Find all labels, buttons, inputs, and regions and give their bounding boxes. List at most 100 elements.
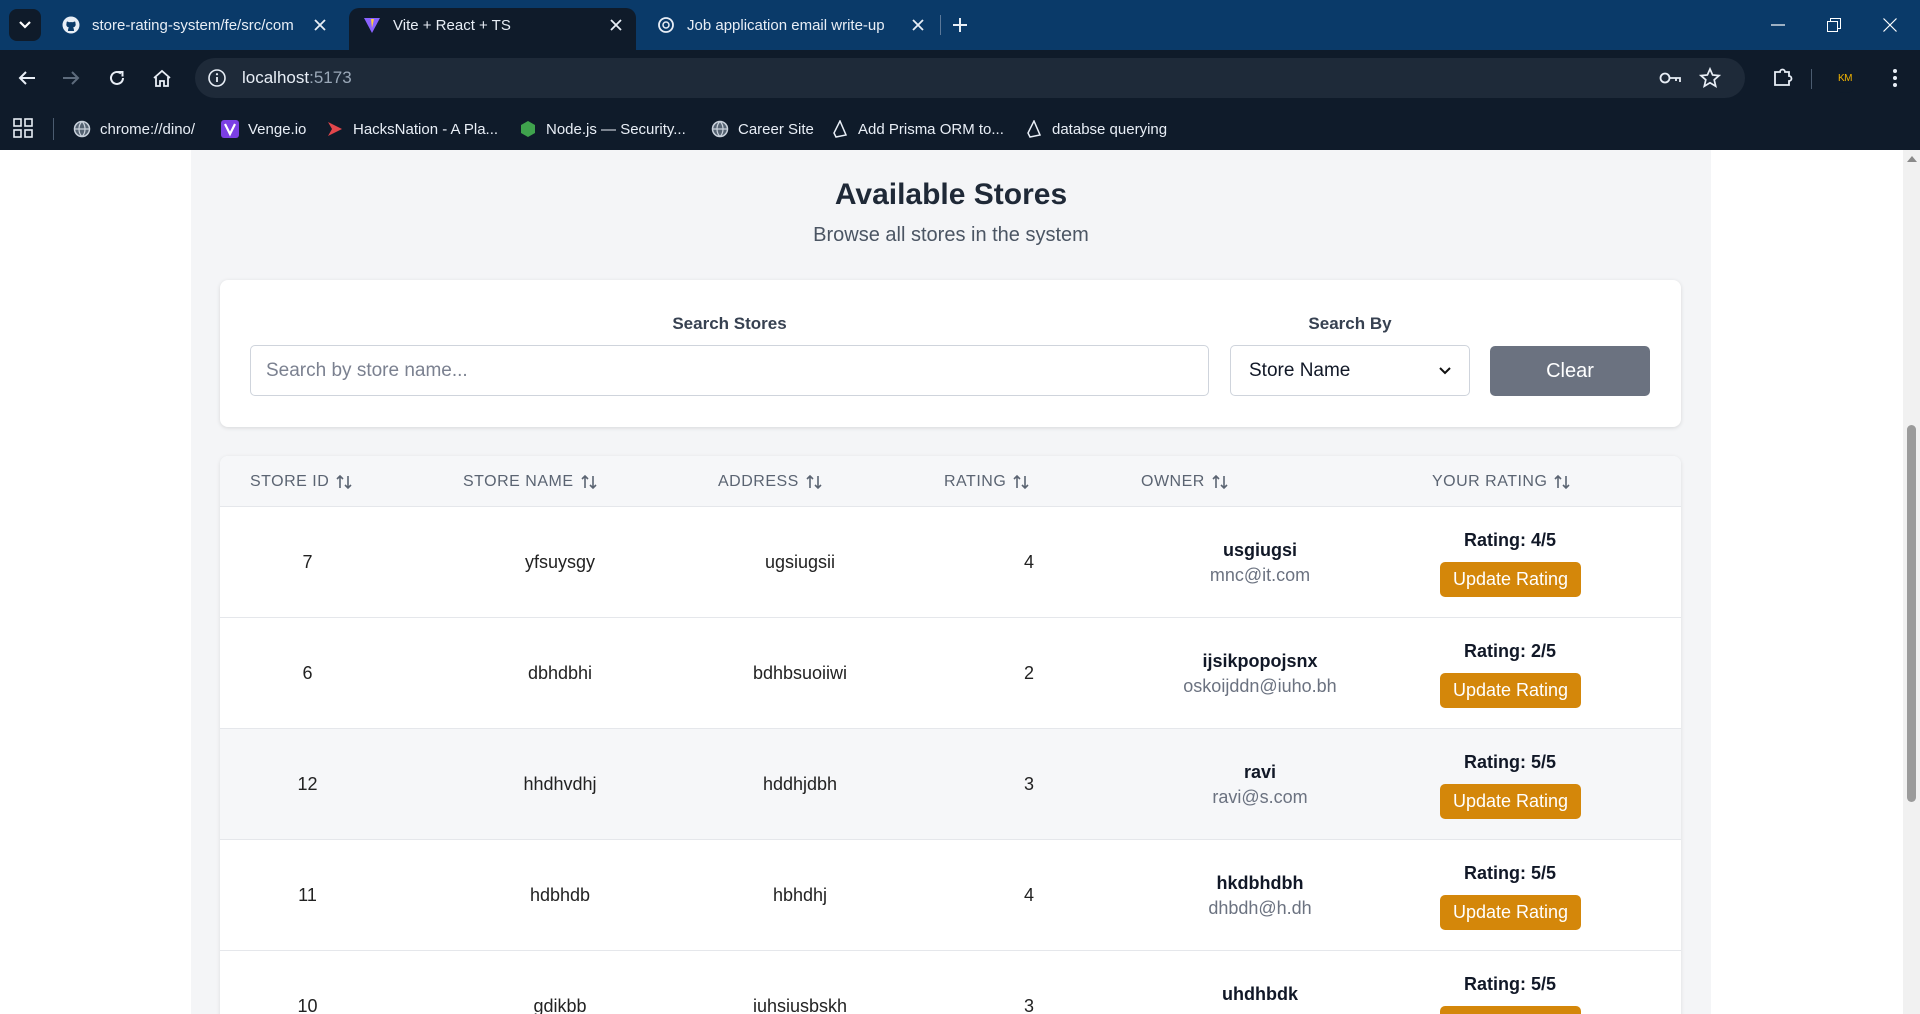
address-cell: hddhjdbh	[762, 773, 838, 794]
bookmark-databse-querying[interactable]: databse querying	[1025, 117, 1167, 141]
page-subtitle: Browse all stores in the system	[813, 224, 1089, 246]
address-bar[interactable]: localhost:5173	[195, 58, 1745, 98]
site-info-icon[interactable]	[205, 66, 229, 90]
home-button[interactable]	[146, 62, 178, 94]
update-rating-button[interactable]: Update Rating	[1440, 562, 1581, 597]
column-header-your-rating[interactable]: YOUR RATING	[1432, 473, 1571, 491]
bookmarks-separator	[53, 118, 54, 140]
globe-icon	[73, 120, 91, 138]
minimize-button[interactable]	[1750, 0, 1806, 50]
tab-strip: store-rating-system/fe/src/com Vite + Re…	[0, 0, 1920, 50]
toolbar-separator	[1811, 69, 1812, 89]
tab-search-button[interactable]	[9, 9, 41, 41]
browser-toolbar: localhost:5173 KM	[0, 50, 1920, 108]
apps-grid-icon[interactable]	[12, 117, 36, 141]
bookmark-label: Career Site	[738, 120, 814, 138]
tab-title: Job application email write-up	[687, 16, 885, 34]
new-tab-button[interactable]	[944, 9, 976, 41]
close-icon	[1883, 18, 1897, 32]
search-card: Search Stores Search By Store Name Clear	[220, 280, 1681, 427]
column-header-owner[interactable]: OWNER	[1141, 473, 1229, 491]
store-id-cell: 12	[297, 773, 318, 794]
close-window-button[interactable]	[1862, 0, 1918, 50]
your-rating-text: Rating: 4/5	[1463, 530, 1556, 550]
column-header-store-name[interactable]: STORE NAME	[463, 473, 598, 491]
rating-cell: 2	[1023, 662, 1034, 683]
hacksnation-icon	[326, 120, 344, 138]
url-text: localhost:5173	[242, 68, 352, 87]
column-label: STORE NAME	[463, 473, 574, 490]
update-rating-button[interactable]: Update Rating	[1440, 673, 1581, 708]
browser-menu-button[interactable]	[1880, 63, 1910, 93]
page-title: Available Stores	[834, 178, 1068, 211]
puzzle-icon	[1774, 68, 1793, 86]
store-id-cell: 7	[302, 551, 313, 572]
store-name-cell: gdikbb	[533, 995, 587, 1014]
update-rating-button[interactable]: Update Rating	[1440, 895, 1581, 930]
update-rating-button[interactable]: Update Rating	[1440, 1006, 1581, 1014]
table-row: 10 gdikbb iuhsiusbskh 3 uhdhbdk Rating: …	[220, 951, 1681, 1014]
owner-email: oskoijddn@iuho.bh	[1183, 676, 1337, 696]
owner-email: mnc@it.com	[1209, 565, 1311, 585]
column-header-rating[interactable]: RATING	[944, 473, 1030, 491]
store-id-cell: 11	[298, 884, 317, 905]
scrollbar-thumb[interactable]	[1907, 425, 1916, 802]
reload-icon	[110, 70, 124, 85]
column-header-address[interactable]: ADDRESS	[718, 473, 823, 491]
address-cell: hbhdhj	[772, 884, 828, 905]
tab-github[interactable]: store-rating-system/fe/src/com	[48, 8, 340, 42]
address-cell: iuhsiusbskh	[752, 995, 848, 1014]
update-rating-button[interactable]: Update Rating	[1440, 784, 1581, 819]
table-row: 6 dbhdbhi bdhbsuoiiwi 2 ijsikpopojsnx os…	[220, 618, 1681, 729]
reload-button[interactable]	[101, 62, 133, 94]
your-rating-text: Rating: 2/5	[1463, 641, 1556, 661]
column-label: STORE ID	[250, 473, 330, 490]
bookmark-prisma[interactable]: Add Prisma ORM to...	[831, 117, 1004, 141]
tab-vite-active[interactable]: Vite + React + TS	[349, 8, 636, 50]
page-scrollbar[interactable]	[1903, 150, 1920, 1014]
rating-cell: 4	[1023, 551, 1034, 572]
bookmark-dino[interactable]: chrome://dino/	[73, 117, 195, 141]
sort-icon	[1212, 474, 1228, 490]
tab-title: store-rating-system/fe/src/com	[92, 16, 294, 34]
scroll-up-arrow-icon[interactable]	[1907, 156, 1917, 162]
venge-icon	[221, 120, 239, 138]
bookmark-hacksnation[interactable]: HacksNation - A Pla...	[326, 117, 498, 141]
tab-separator	[940, 15, 941, 35]
tab-chatgpt[interactable]: Job application email write-up	[643, 8, 938, 42]
clear-button[interactable]: Clear	[1490, 346, 1650, 396]
extensions-button[interactable]	[1768, 63, 1798, 93]
search-input[interactable]	[250, 345, 1209, 396]
bookmark-venge[interactable]: Venge.io	[221, 117, 306, 141]
search-by-label: Search By	[1308, 314, 1392, 333]
bookmark-nodejs[interactable]: Node.js — Security...	[519, 117, 686, 141]
column-label: RATING	[944, 473, 1007, 490]
password-key-icon[interactable]	[1658, 67, 1682, 89]
bookmark-label: Venge.io	[248, 120, 307, 138]
bookmark-label: Node.js — Security...	[546, 120, 686, 138]
restore-button[interactable]	[1806, 0, 1862, 50]
github-icon	[62, 16, 80, 34]
back-button[interactable]	[11, 62, 43, 94]
close-icon[interactable]	[310, 15, 330, 35]
table-row: 12 hhdhvdhj hddhjdbh 3 ravi ravi@s.com R…	[220, 729, 1681, 840]
tab-title: Vite + React + TS	[393, 16, 511, 34]
close-icon[interactable]	[606, 15, 626, 35]
bookmark-star-icon[interactable]	[1698, 66, 1723, 89]
table-row: 11 hdbhdb hbhdhj 4 hkdbhdbh dhbdh@h.dh R…	[220, 840, 1681, 951]
chatgpt-icon	[657, 16, 675, 34]
prisma-icon	[831, 120, 849, 138]
forward-button[interactable]	[55, 62, 87, 94]
profile-avatar[interactable]: KM	[1830, 63, 1860, 93]
close-icon[interactable]	[908, 15, 928, 35]
sort-icon	[580, 474, 597, 490]
column-header-store-id[interactable]: STORE ID	[250, 473, 353, 491]
sort-icon	[336, 474, 352, 490]
search-by-select[interactable]: Store Name	[1230, 345, 1470, 396]
bookmark-career-site[interactable]: Career Site	[711, 117, 814, 141]
owner-name: hkdbhdbh	[1216, 873, 1304, 893]
rating-cell: 3	[1023, 773, 1034, 794]
owner-name: ijsikpopojsnx	[1202, 651, 1318, 671]
home-icon	[153, 69, 171, 87]
bookmark-label: chrome://dino/	[100, 120, 196, 138]
